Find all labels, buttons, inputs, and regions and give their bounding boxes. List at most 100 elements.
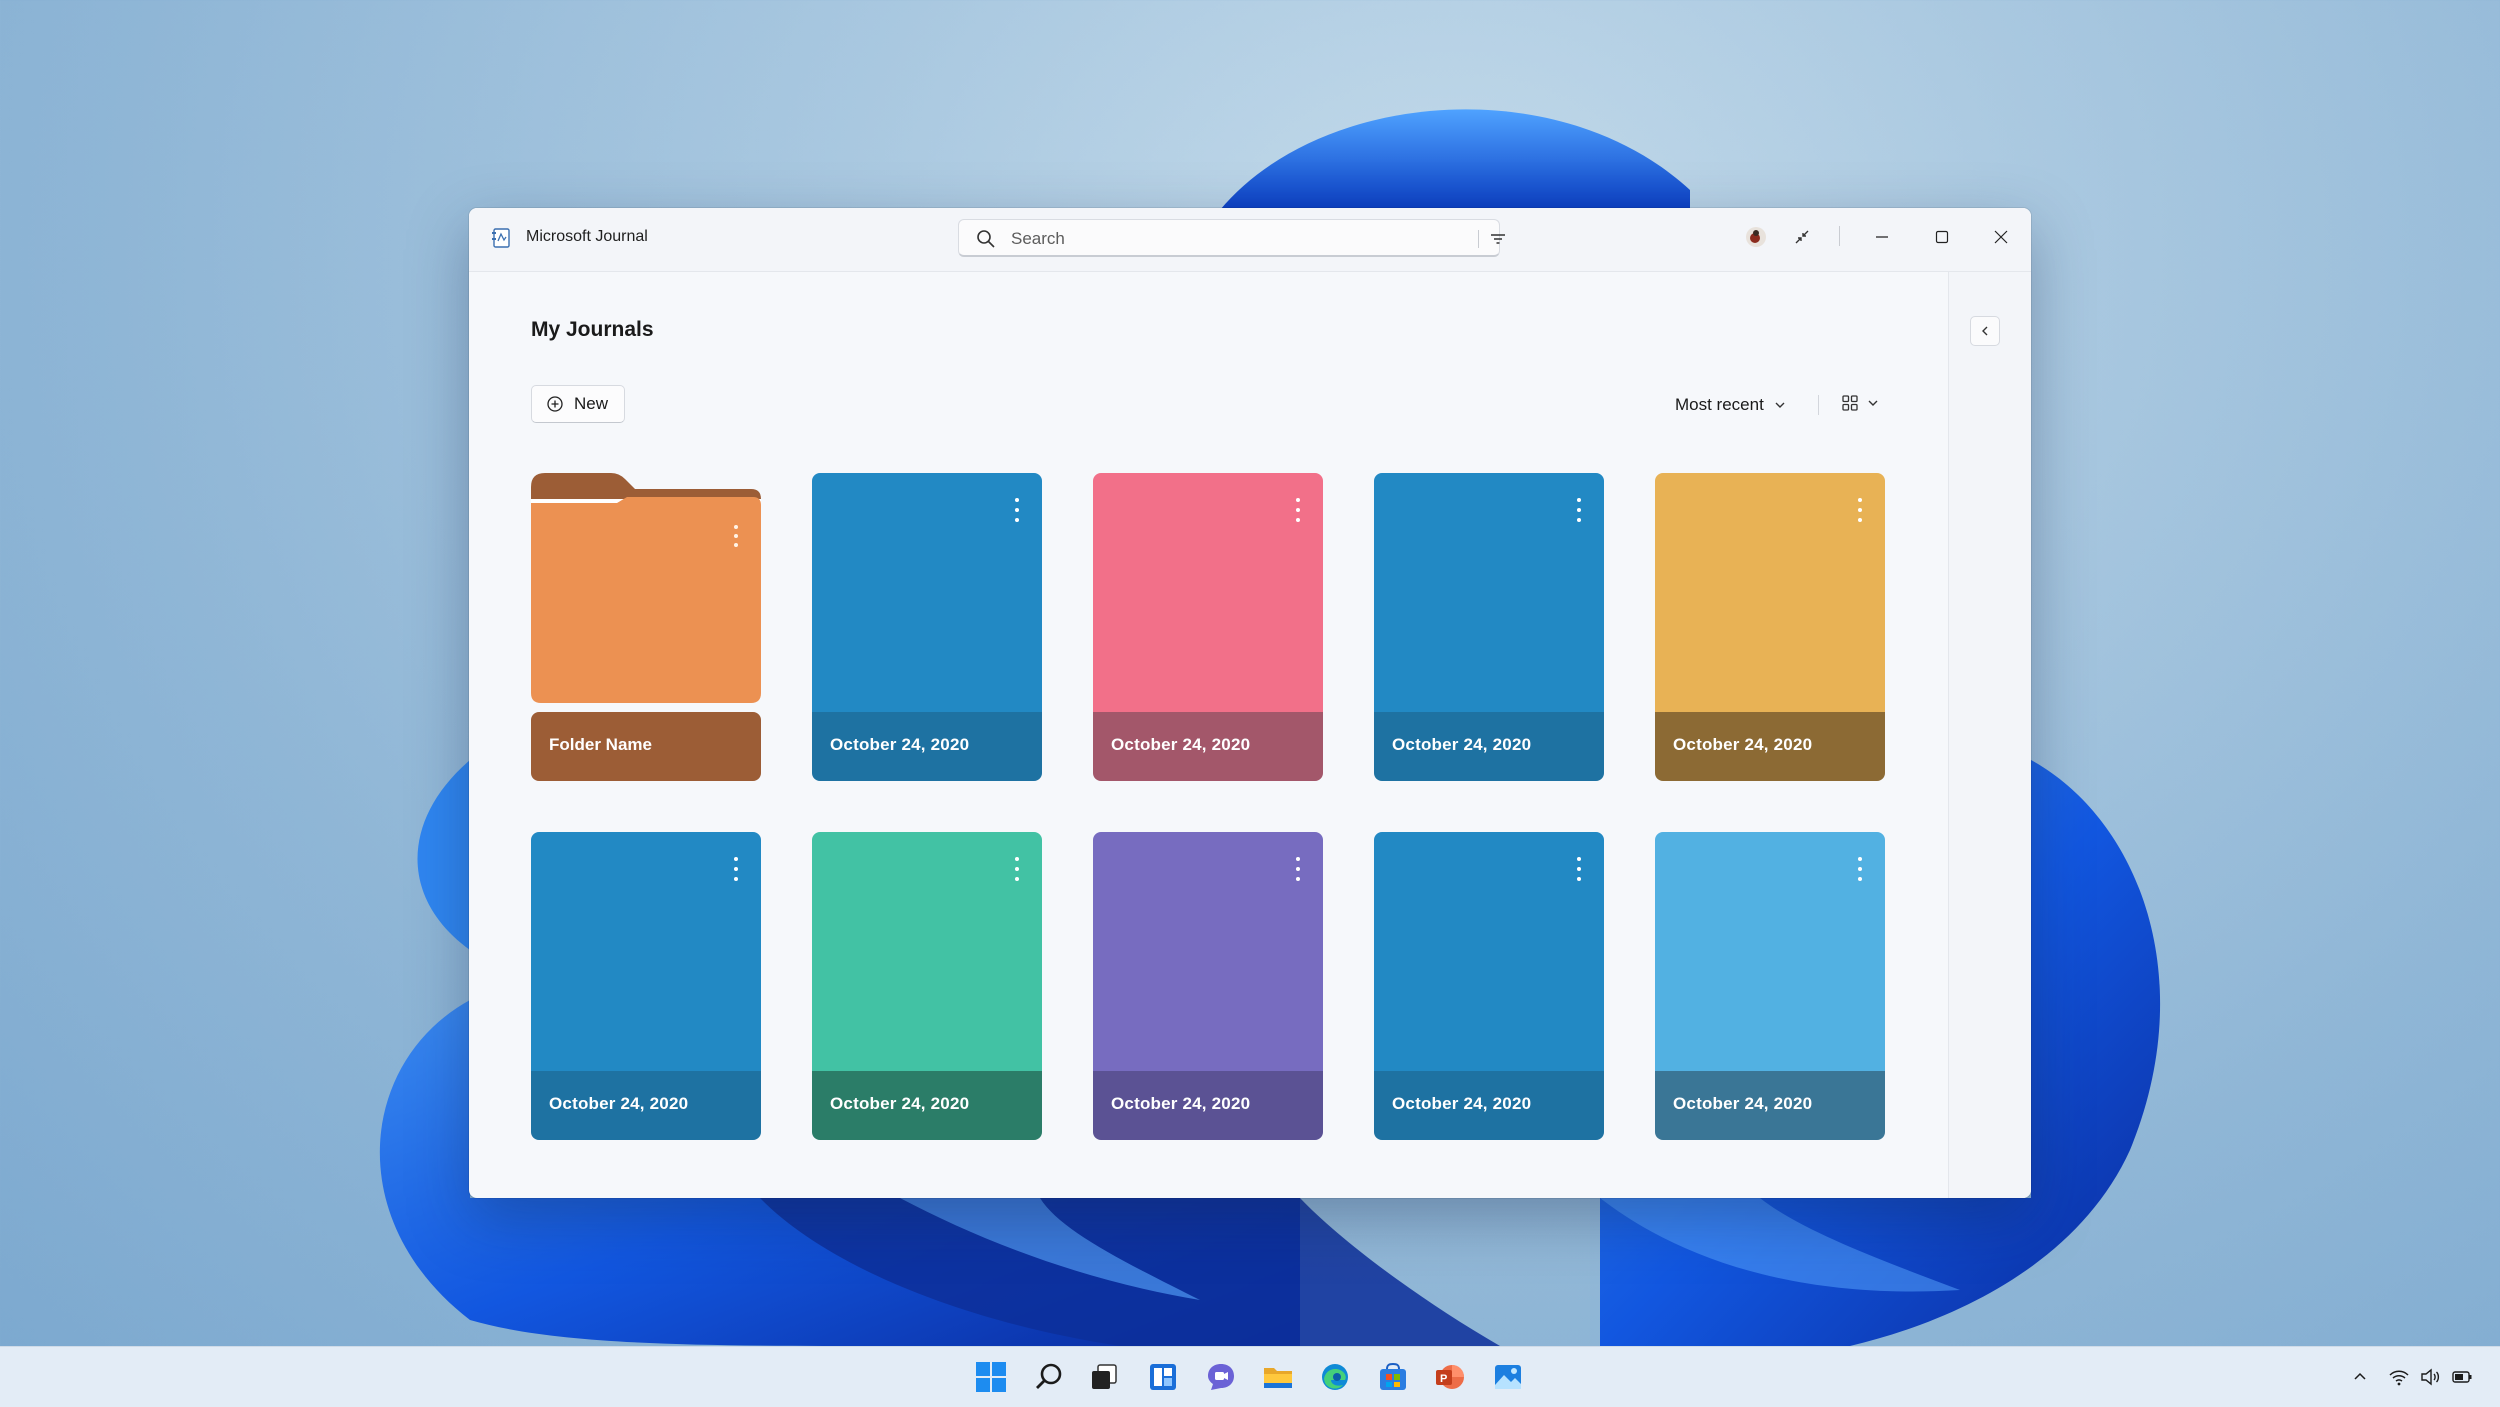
grid-view-icon bbox=[1842, 395, 1858, 411]
show-hidden-icons-button[interactable] bbox=[2346, 1363, 2374, 1391]
journal-card[interactable]: October 24, 2020 bbox=[1374, 473, 1604, 781]
filter-icon[interactable] bbox=[1487, 228, 1509, 250]
network-button[interactable] bbox=[2385, 1363, 2413, 1391]
journal-date: October 24, 2020 bbox=[1673, 735, 1813, 754]
journal-cover bbox=[1374, 473, 1604, 712]
avatar-icon bbox=[1746, 227, 1766, 247]
page-title: My Journals bbox=[531, 318, 654, 341]
maximize-icon bbox=[1935, 230, 1949, 244]
teams-chat-icon bbox=[1208, 1364, 1234, 1390]
more-options-button[interactable] bbox=[1572, 498, 1586, 528]
journal-cover bbox=[1655, 473, 1885, 712]
file-explorer-button[interactable] bbox=[1260, 1359, 1296, 1395]
journal-card[interactable]: October 24, 2020 bbox=[812, 832, 1042, 1140]
journal-card[interactable]: October 24, 2020 bbox=[1655, 832, 1885, 1140]
search-icon bbox=[1036, 1363, 1062, 1389]
journal-date: October 24, 2020 bbox=[830, 735, 970, 754]
minimize-icon bbox=[1876, 236, 1888, 238]
folder-card[interactable]: Folder Name bbox=[531, 473, 761, 781]
journal-card[interactable]: October 24, 2020 bbox=[531, 832, 761, 1140]
journal-card[interactable]: October 24, 2020 bbox=[812, 473, 1042, 781]
journal-card[interactable]: October 24, 2020 bbox=[1374, 832, 1604, 1140]
journal-window: Microsoft Journal Search My Journals New… bbox=[469, 208, 2031, 1198]
folder-icon bbox=[531, 473, 761, 703]
view-mode-dropdown[interactable] bbox=[1841, 394, 1879, 412]
titlebar-divider bbox=[1839, 226, 1840, 246]
photos-button[interactable] bbox=[1490, 1359, 1526, 1395]
file-explorer-icon bbox=[1264, 1368, 1292, 1388]
task-view-icon bbox=[1092, 1364, 1117, 1389]
journal-date: October 24, 2020 bbox=[549, 1094, 689, 1113]
volume-button[interactable] bbox=[2416, 1363, 2444, 1391]
taskbar: P bbox=[0, 1346, 2500, 1407]
more-options-button[interactable] bbox=[1291, 857, 1305, 887]
widgets-button[interactable] bbox=[1145, 1359, 1181, 1395]
more-options-button[interactable] bbox=[1291, 498, 1305, 528]
more-options-button[interactable] bbox=[1572, 857, 1586, 887]
journal-cover bbox=[1093, 832, 1323, 1071]
chevron-down-icon bbox=[1868, 400, 1878, 406]
battery-icon bbox=[2452, 1371, 2472, 1383]
sort-dropdown[interactable]: Most recent bbox=[1675, 392, 1786, 418]
toolbar-divider bbox=[1818, 395, 1819, 415]
account-avatar[interactable] bbox=[1734, 219, 1778, 255]
more-options-button[interactable] bbox=[729, 857, 743, 887]
search-input[interactable] bbox=[1009, 226, 1433, 252]
close-icon bbox=[1994, 230, 2008, 244]
store-button[interactable] bbox=[1375, 1359, 1411, 1395]
journal-date: October 24, 2020 bbox=[1673, 1094, 1813, 1113]
start-icon bbox=[976, 1362, 1006, 1392]
more-options-button[interactable] bbox=[1853, 498, 1867, 528]
journal-date: October 24, 2020 bbox=[1111, 1094, 1251, 1113]
minimize-button[interactable] bbox=[1860, 219, 1904, 255]
edge-button[interactable] bbox=[1317, 1359, 1353, 1395]
folder-more-options-button[interactable] bbox=[729, 525, 743, 555]
journal-date: October 24, 2020 bbox=[1392, 735, 1532, 754]
add-circle-icon bbox=[547, 396, 563, 412]
folder-name: Folder Name bbox=[549, 735, 652, 754]
journal-date: October 24, 2020 bbox=[1111, 735, 1251, 754]
search-divider bbox=[1478, 230, 1479, 248]
new-button-label: New bbox=[574, 394, 609, 413]
journal-cover bbox=[1374, 832, 1604, 1071]
journal-card[interactable]: October 24, 2020 bbox=[1655, 473, 1885, 781]
journal-cover bbox=[1093, 473, 1323, 712]
edge-icon bbox=[1322, 1364, 1348, 1390]
journal-card[interactable]: October 24, 2020 bbox=[1093, 473, 1323, 781]
search-box[interactable] bbox=[958, 219, 1505, 257]
photos-icon bbox=[1495, 1365, 1521, 1389]
journal-date: October 24, 2020 bbox=[1392, 1094, 1532, 1113]
more-options-button[interactable] bbox=[1010, 498, 1024, 528]
chevron-left-icon bbox=[1982, 326, 1988, 336]
compact-overlay-button[interactable] bbox=[1780, 219, 1824, 255]
collapse-panel-button[interactable] bbox=[1970, 316, 2000, 346]
maximize-button[interactable] bbox=[1920, 219, 1964, 255]
start-button[interactable] bbox=[973, 1359, 1009, 1395]
more-options-button[interactable] bbox=[1853, 857, 1867, 887]
widgets-icon bbox=[1150, 1364, 1176, 1390]
battery-button[interactable] bbox=[2448, 1363, 2476, 1391]
chevron-down-icon bbox=[1775, 402, 1785, 408]
powerpoint-icon: P bbox=[1436, 1365, 1464, 1389]
journal-app-icon bbox=[492, 228, 510, 248]
powerpoint-button[interactable]: P bbox=[1432, 1359, 1468, 1395]
wifi-icon bbox=[2389, 1370, 2409, 1386]
store-icon bbox=[1380, 1362, 1406, 1390]
svg-text:P: P bbox=[1440, 1373, 1447, 1385]
chat-button[interactable] bbox=[1203, 1359, 1239, 1395]
collapse-arrows-icon bbox=[1795, 230, 1809, 244]
task-view-button[interactable] bbox=[1086, 1359, 1122, 1395]
chevron-up-icon bbox=[2354, 1372, 2366, 1380]
app-title: Microsoft Journal bbox=[526, 228, 648, 245]
close-button[interactable] bbox=[1979, 219, 2023, 255]
journal-card[interactable]: October 24, 2020 bbox=[1093, 832, 1323, 1140]
side-panel bbox=[1948, 272, 2031, 1198]
new-journal-button[interactable]: New bbox=[531, 385, 625, 423]
journal-cover bbox=[1655, 832, 1885, 1071]
journal-date: October 24, 2020 bbox=[830, 1094, 970, 1113]
journal-cover bbox=[812, 473, 1042, 712]
more-options-button[interactable] bbox=[1010, 857, 1024, 887]
sort-label: Most recent bbox=[1675, 395, 1764, 414]
taskbar-search-button[interactable] bbox=[1031, 1359, 1067, 1395]
title-bar[interactable]: Microsoft Journal bbox=[469, 208, 2031, 272]
